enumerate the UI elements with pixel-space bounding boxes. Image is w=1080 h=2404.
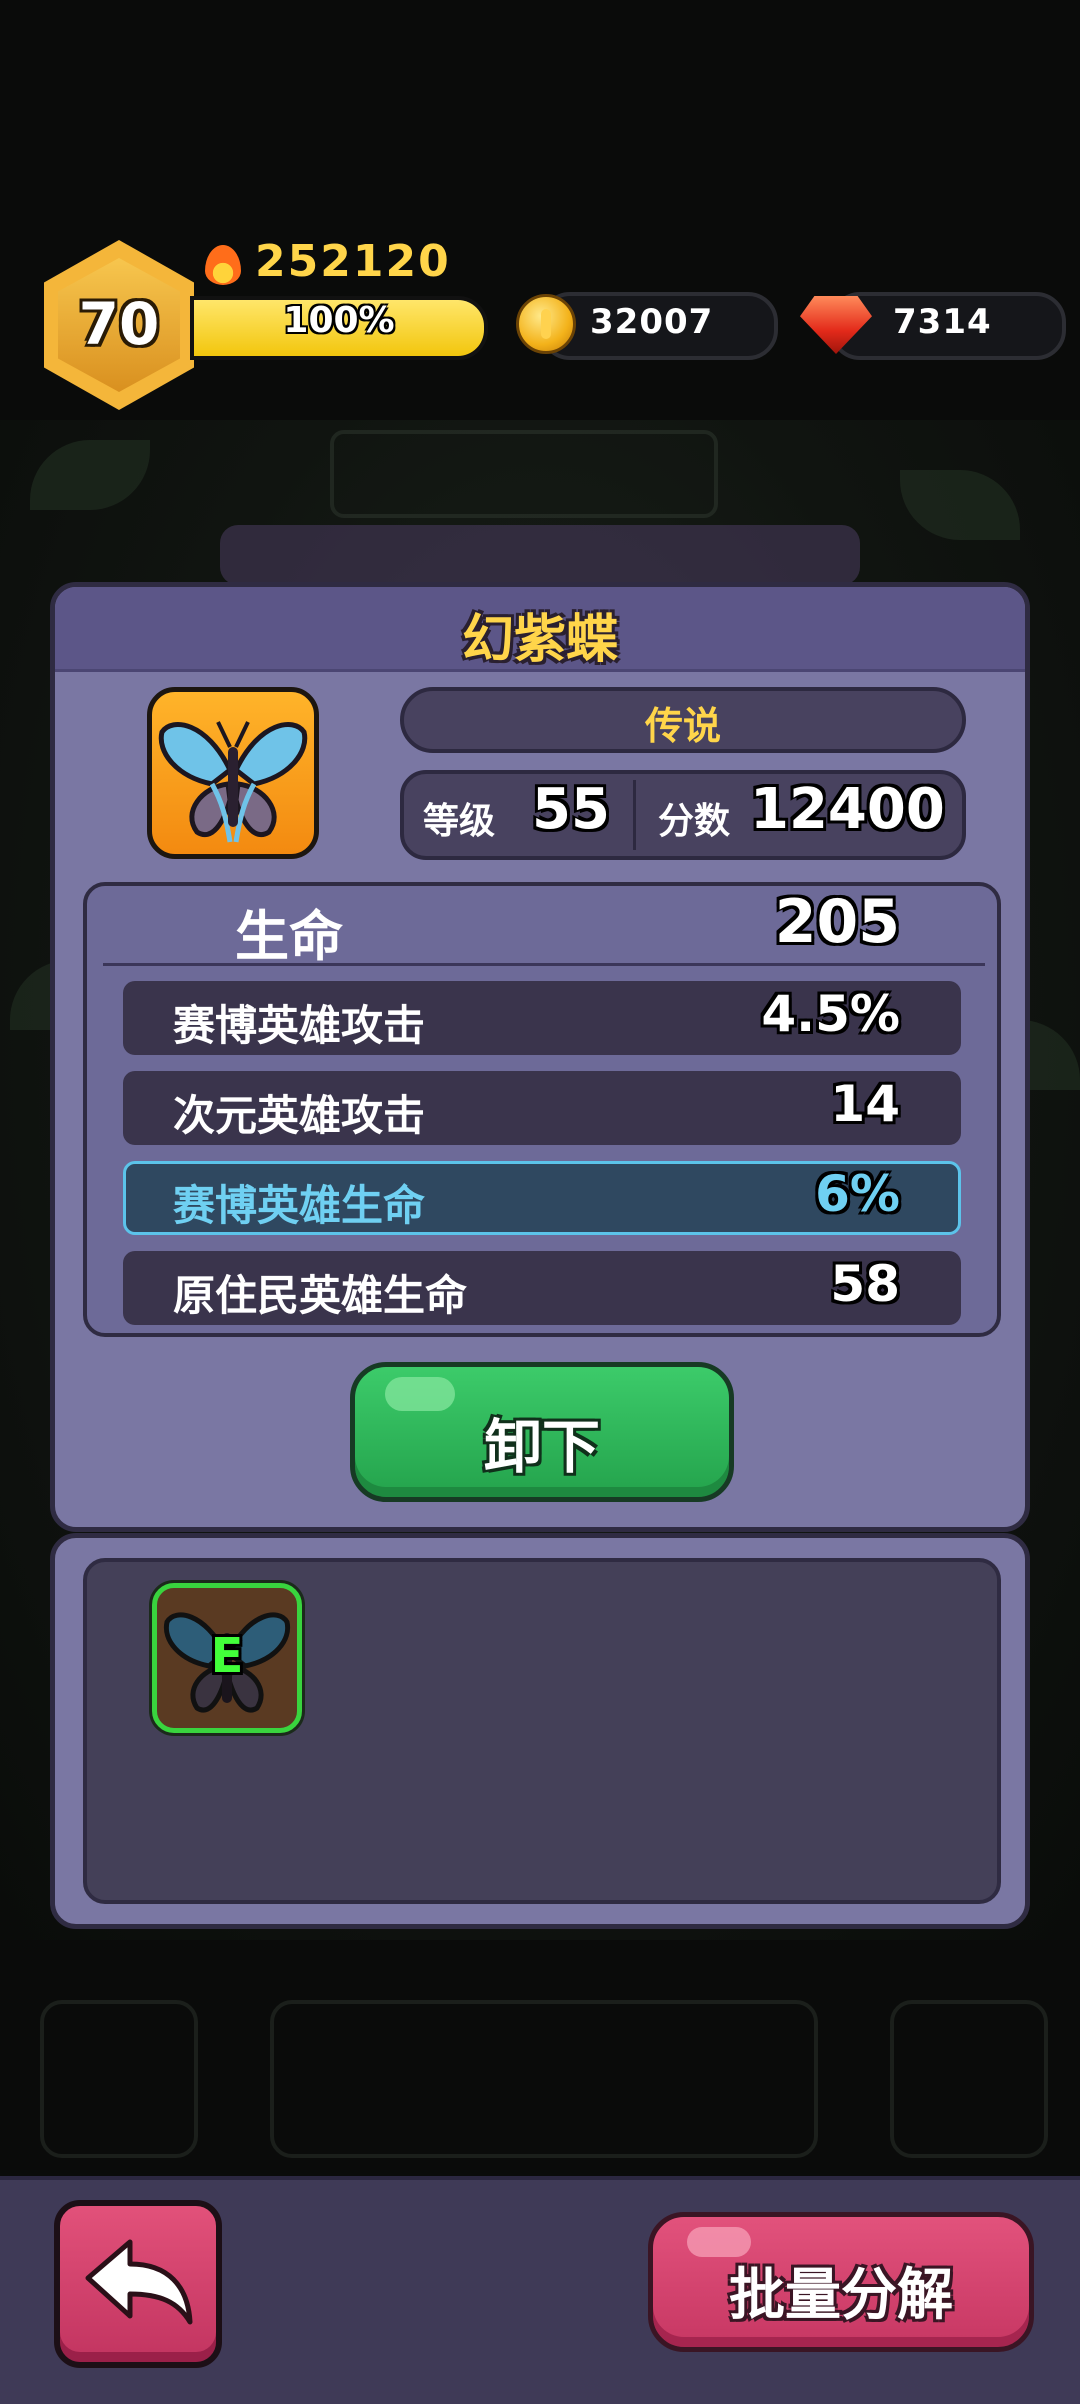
sub-stat-value: 58 — [830, 1255, 900, 1313]
flame-icon — [205, 245, 241, 285]
item-name: 幻紫蝶 — [461, 610, 618, 670]
gem-value: 7314 — [893, 302, 992, 342]
coin-value: 32007 — [590, 302, 714, 342]
power-value: 252120 — [255, 236, 451, 287]
main-stat-label: 生命 — [235, 905, 343, 968]
divider — [103, 963, 985, 966]
item-level-value: 55 — [532, 777, 610, 842]
sub-stat-label: 次元英雄攻击 — [173, 1091, 426, 1140]
back-arrow-icon — [85, 2239, 193, 2325]
sub-stat-value: 4.5% — [761, 985, 900, 1043]
sub-stat-label: 赛博英雄生命 — [173, 1181, 426, 1230]
sub-stat-value: 14 — [830, 1075, 900, 1133]
xp-percent: 100% — [283, 300, 395, 341]
item-grade-label: E — [210, 1628, 244, 1684]
batch-salvage-label: 批量分解 — [729, 2263, 953, 2328]
background-ghost-banner — [330, 430, 718, 518]
background-ghost-nav — [40, 2000, 198, 2158]
divider — [633, 780, 636, 850]
item-icon-frame — [147, 687, 319, 859]
item-score-value: 12400 — [750, 777, 945, 842]
background-ghost-panel — [220, 525, 860, 585]
coin-icon — [516, 294, 576, 354]
sub-stat-value: 6% — [815, 1165, 900, 1223]
item-score-label: 分数 — [658, 801, 731, 842]
background-ghost-nav — [270, 2000, 818, 2158]
item-detail-panel: 幻紫蝶 传说 等级 55 分数 12400 生命 205 赛博英雄攻击 4.5%… — [50, 582, 1030, 1532]
background-ghost-nav — [890, 2000, 1048, 2158]
sub-stat-label: 赛博英雄攻击 — [173, 1001, 426, 1050]
sub-stat-label: 原住民英雄生命 — [173, 1271, 468, 1320]
butterfly-icon — [158, 721, 308, 843]
item-rarity: 传说 — [644, 704, 721, 748]
player-level: 70 — [78, 290, 160, 358]
unequip-button-label: 卸下 — [483, 1413, 600, 1481]
back-button[interactable] — [54, 2200, 222, 2368]
item-level-label: 等级 — [423, 801, 496, 842]
main-stat-value: 205 — [774, 887, 900, 957]
